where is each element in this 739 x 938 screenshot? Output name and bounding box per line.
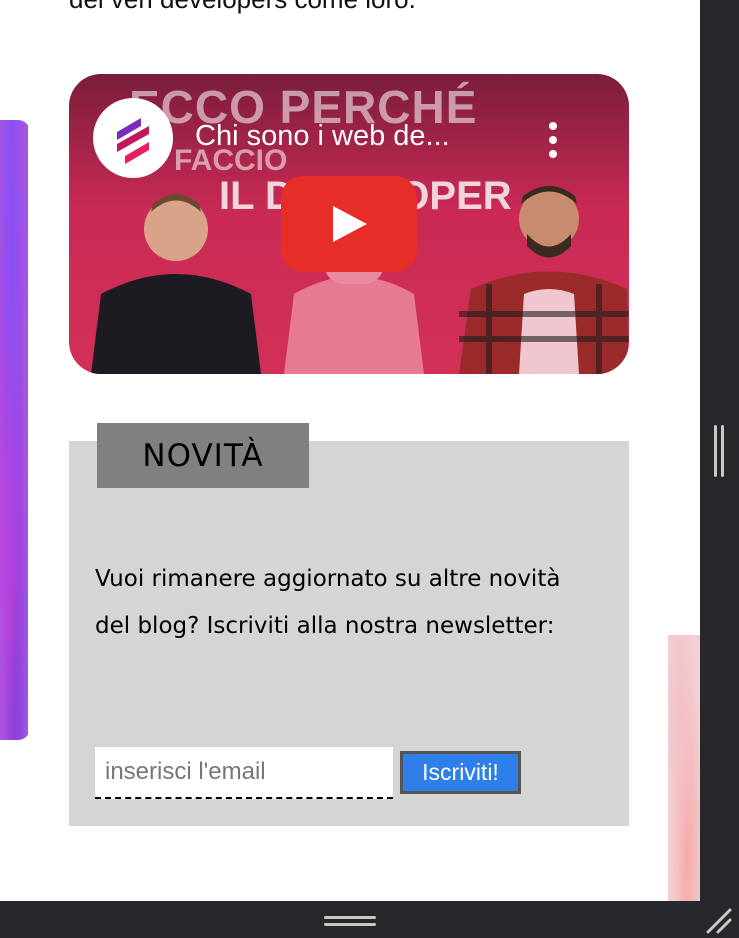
youtube-play-icon[interactable] [281,176,417,272]
side-resize-handle[interactable] [714,425,717,477]
article-text: dei veri developers come loro. [69,0,629,15]
person-right-image [459,186,629,374]
side-resize-handle-line [721,425,724,477]
subscribe-button[interactable]: Iscriviti! [400,751,521,794]
more-vert-icon[interactable] [547,122,559,158]
bottom-resize-handle[interactable] [324,916,376,919]
decorative-paint-left [0,120,30,740]
channel-logo-icon[interactable] [93,98,173,178]
window-side-bar [700,0,739,901]
decorative-paint-right [668,635,700,901]
email-input[interactable] [95,747,393,799]
video-title[interactable]: Chi sono i web de... [195,120,450,153]
newsletter-heading: NOVITÀ [97,423,309,488]
newsletter-description: Vuoi rimanere aggiornato su altre novità… [95,566,561,639]
bottom-resize-handle-line [324,923,376,926]
person-left-image [91,194,261,374]
youtube-video-embed[interactable]: ECCO PERCHÉ FACCIO IL DEVELOPER Chi sono… [69,74,629,374]
resize-corner-icon[interactable] [706,908,732,934]
window-bottom-bar [0,901,739,938]
